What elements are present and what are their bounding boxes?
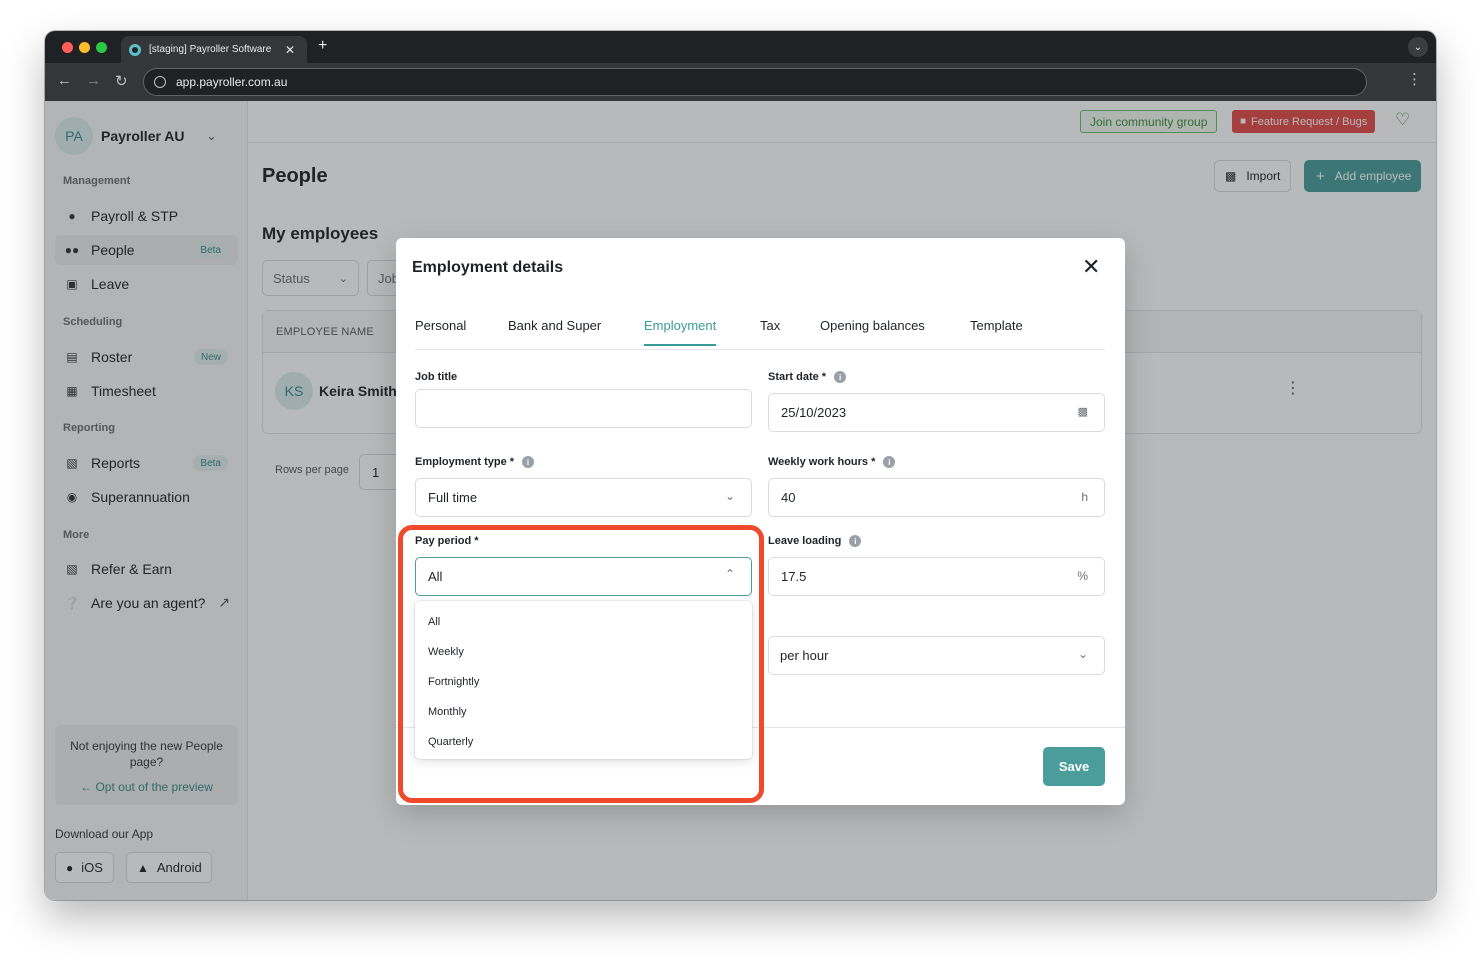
tab-personal[interactable]: Personal <box>415 318 466 344</box>
rate-unit-select[interactable]: per hour ⌄ <box>768 636 1105 675</box>
leave-loading-value: 17.5 <box>781 569 807 584</box>
pay-period-dropdown: All Weekly Fortnightly Monthly Quarterly <box>415 601 752 759</box>
browser-tab-title: [staging] Payroller Software <box>149 44 272 55</box>
site-info-icon[interactable] <box>154 76 166 88</box>
tab-opening-balances[interactable]: Opening balances <box>820 318 925 344</box>
chevron-down-icon: ⌄ <box>1077 647 1088 661</box>
maximize-window-button[interactable] <box>96 42 107 53</box>
weekly-hours-input[interactable]: 40 h <box>768 478 1105 517</box>
leave-loading-input[interactable]: 17.5 % <box>768 557 1105 596</box>
job-title-label-text: Job title <box>415 371 458 383</box>
tab-template[interactable]: Template <box>970 318 1023 344</box>
browser-tab[interactable]: [staging] Payroller Software ✕ <box>121 36 307 63</box>
pay-period-option-monthly[interactable]: Monthly <box>415 697 752 727</box>
browser-tab-strip: [staging] Payroller Software ✕ + ⌄ <box>45 31 1436 63</box>
pay-period-option-fortnightly[interactable]: Fortnightly <box>415 667 752 697</box>
new-tab-button[interactable]: + <box>318 37 327 55</box>
employment-type-label: Employment type * i <box>415 456 535 468</box>
pay-period-option-all[interactable]: All <box>415 607 752 637</box>
tab-close-icon[interactable]: ✕ <box>285 43 295 57</box>
pay-period-select[interactable]: All ⌃ <box>415 557 752 596</box>
tab-bank-and-super[interactable]: Bank and Super <box>508 318 601 344</box>
address-bar[interactable]: app.payroller.com.au <box>143 68 1367 96</box>
employment-type-label-text: Employment type * <box>415 456 515 468</box>
weekly-hours-label-text: Weekly work hours * <box>768 456 876 468</box>
tab-tax[interactable]: Tax <box>760 318 780 344</box>
save-button[interactable]: Save <box>1043 747 1105 786</box>
close-icon[interactable]: ✕ <box>1082 256 1100 278</box>
forward-arrow-icon[interactable]: → <box>86 72 101 89</box>
hours-unit: h <box>1081 490 1088 504</box>
info-icon[interactable]: i <box>522 456 535 468</box>
info-icon[interactable]: i <box>834 371 847 383</box>
pay-period-option-quarterly[interactable]: Quarterly <box>415 727 752 757</box>
browser-toolbar: ← → ↻ app.payroller.com.au ⋮ <box>45 63 1436 101</box>
pay-period-option-weekly[interactable]: Weekly <box>415 637 752 667</box>
start-date-input[interactable]: 25/10/2023 ▩ <box>768 393 1105 432</box>
pay-period-label: Pay period * <box>415 535 479 547</box>
back-arrow-icon[interactable]: ← <box>57 72 72 89</box>
start-date-value: 25/10/2023 <box>781 405 847 420</box>
leave-loading-label-text: Leave loading <box>768 535 842 547</box>
info-icon[interactable]: i <box>849 535 862 547</box>
tab-search-chevron-icon[interactable]: ⌄ <box>1408 37 1428 57</box>
rate-unit-value: per hour <box>780 648 829 663</box>
modal-title: Employment details <box>412 259 564 276</box>
reload-icon[interactable]: ↻ <box>115 72 128 90</box>
info-icon[interactable]: i <box>883 456 896 468</box>
favicon-icon <box>129 43 141 56</box>
employment-type-value: Full time <box>428 490 478 505</box>
app-viewport: PA Payroller AU ⌄ Management ● Payroll &… <box>45 101 1436 900</box>
pay-period-value: All <box>428 569 443 584</box>
chevron-down-icon: ⌄ <box>724 489 735 503</box>
close-window-button[interactable] <box>62 42 73 53</box>
weekly-hours-label: Weekly work hours * i <box>768 456 896 468</box>
browser-window: [staging] Payroller Software ✕ + ⌄ ← → ↻… <box>45 31 1436 900</box>
employment-type-select[interactable]: Full time ⌄ <box>415 478 752 517</box>
start-date-label-text: Start date * <box>768 371 827 383</box>
calendar-icon[interactable]: ▩ <box>1078 405 1088 418</box>
leave-loading-label: Leave loading i <box>768 535 862 547</box>
employment-details-modal: Employment details ✕ Personal Bank and S… <box>396 238 1125 805</box>
chevron-up-icon: ⌃ <box>724 567 735 581</box>
tab-employment[interactable]: Employment <box>644 318 717 346</box>
minimize-window-button[interactable] <box>79 42 90 53</box>
modal-tabs: Personal Bank and Super Employment Tax O… <box>415 308 1105 350</box>
start-date-label: Start date * i <box>768 371 847 383</box>
pay-period-label-text: Pay period * <box>415 535 479 547</box>
percent-unit: % <box>1077 569 1088 583</box>
browser-menu-icon[interactable]: ⋮ <box>1407 72 1422 87</box>
job-title-input[interactable] <box>415 389 752 428</box>
job-title-label: Job title <box>415 371 457 383</box>
url-text[interactable]: app.payroller.com.au <box>176 75 287 89</box>
weekly-hours-value: 40 <box>781 490 796 505</box>
